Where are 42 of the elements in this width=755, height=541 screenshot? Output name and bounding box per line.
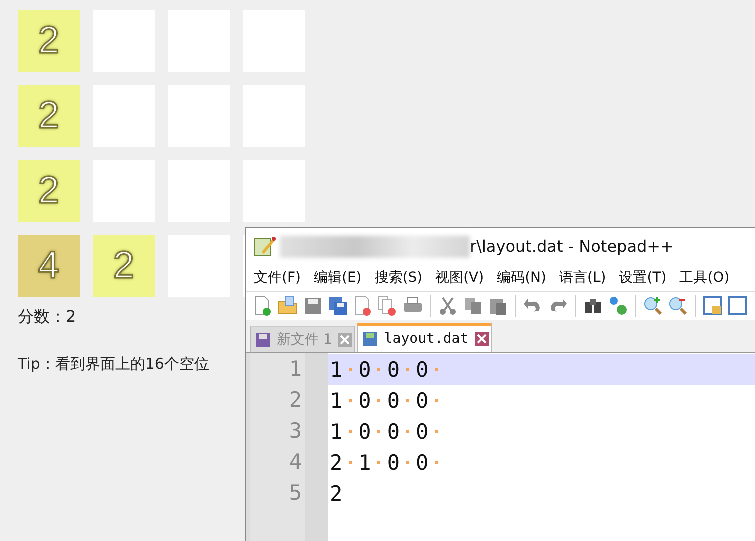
line-number: 5 <box>288 480 303 507</box>
window-title: r\layout.dat - Notepad++ <box>470 237 674 256</box>
notepad-app-icon <box>254 236 276 258</box>
menu-item[interactable]: 文件(F) <box>254 269 301 287</box>
menu-item[interactable]: 语言(L) <box>560 269 606 287</box>
board-tile: 2 <box>93 235 155 297</box>
close-icon[interactable] <box>474 332 489 346</box>
save-icon[interactable] <box>302 295 324 317</box>
code-line: 2 1 0 0 <box>330 450 445 474</box>
code-line: 1 0 0 0 <box>330 388 445 412</box>
menu-item[interactable]: 编辑(E) <box>314 269 362 287</box>
board-tile: 2 <box>18 85 80 147</box>
code-line: 1 0 0 0 <box>330 358 445 382</box>
menu-item[interactable]: 工具(O) <box>680 269 730 287</box>
score-text: 分数：2 <box>18 307 76 328</box>
zoom-in-icon[interactable] <box>642 295 664 317</box>
copy-icon[interactable] <box>462 295 484 317</box>
line-number: 2 <box>288 387 303 414</box>
tip-text: Tip：看到界面上的16个空位 <box>18 355 210 374</box>
folder-icon[interactable] <box>277 295 299 317</box>
save-all-icon[interactable] <box>327 295 349 317</box>
window-lock-icon[interactable] <box>702 295 724 317</box>
tab-label: 新文件 1 <box>277 330 332 348</box>
menu-item[interactable]: 搜索(S) <box>374 269 423 287</box>
board-tile: 2 <box>18 10 80 72</box>
window-icon[interactable] <box>727 295 749 317</box>
code-line: 1 0 0 0 <box>330 420 445 444</box>
line-number: 4 <box>288 449 303 476</box>
file-tab[interactable]: layout.dat <box>357 323 492 352</box>
close-all-icon[interactable] <box>377 295 399 317</box>
menu-item[interactable]: 视图(V) <box>436 269 484 287</box>
menu-item[interactable]: 编码(N) <box>497 269 546 287</box>
close-icon[interactable] <box>338 332 352 346</box>
scissors-icon[interactable] <box>437 295 459 317</box>
tab-label: layout.dat <box>384 331 469 347</box>
menu-item[interactable]: 设置(T) <box>619 269 667 287</box>
board-tile: 4 <box>18 235 80 297</box>
line-number: 3 <box>288 418 303 445</box>
code-line: 2 <box>330 482 343 506</box>
line-number: 1 <box>288 356 303 383</box>
board-tile: 2 <box>18 160 80 222</box>
zoom-out-icon[interactable] <box>667 295 689 317</box>
